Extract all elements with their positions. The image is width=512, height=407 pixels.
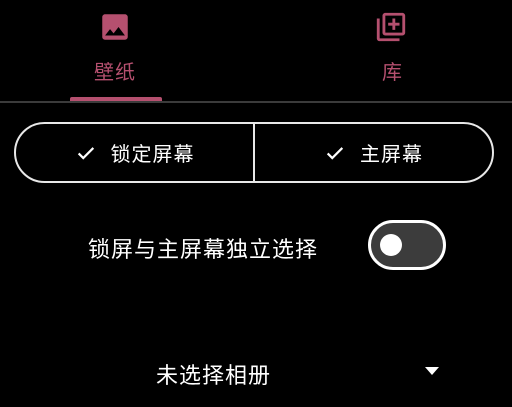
segment-home-screen-label: 主屏幕 (360, 142, 423, 166)
segment-home-screen[interactable]: 主屏幕 (253, 124, 492, 181)
independent-selection-row: 锁屏与主屏幕独立选择 (0, 220, 512, 272)
tab-wallpaper-label: 壁纸 (94, 60, 136, 84)
tab-library-label: 库 (382, 60, 403, 84)
check-icon (326, 146, 344, 160)
independent-selection-switch[interactable] (368, 220, 446, 270)
library-add-icon (376, 12, 406, 42)
dropdown-arrow-icon (425, 367, 439, 375)
tab-library[interactable]: 库 (282, 0, 502, 101)
wallpaper-picker-screen: 壁纸 库 锁定屏幕 主屏幕 锁屏与主屏幕独立选择 未选择相册 (0, 0, 512, 407)
tab-bar: 壁纸 库 (0, 0, 512, 103)
album-dropdown-label: 未选择相册 (156, 364, 272, 389)
segment-lock-screen-label: 锁定屏幕 (110, 142, 195, 166)
independent-selection-label: 锁屏与主屏幕独立选择 (88, 238, 319, 263)
screen-target-segmented-control: 锁定屏幕 主屏幕 (14, 122, 494, 183)
segment-lock-screen[interactable]: 锁定屏幕 (16, 124, 253, 181)
tabs-divider (0, 101, 512, 103)
switch-thumb (380, 234, 402, 256)
album-dropdown[interactable]: 未选择相册 (0, 352, 512, 394)
tab-wallpaper[interactable]: 壁纸 (0, 0, 230, 101)
check-icon (77, 146, 94, 160)
image-icon (102, 14, 128, 40)
